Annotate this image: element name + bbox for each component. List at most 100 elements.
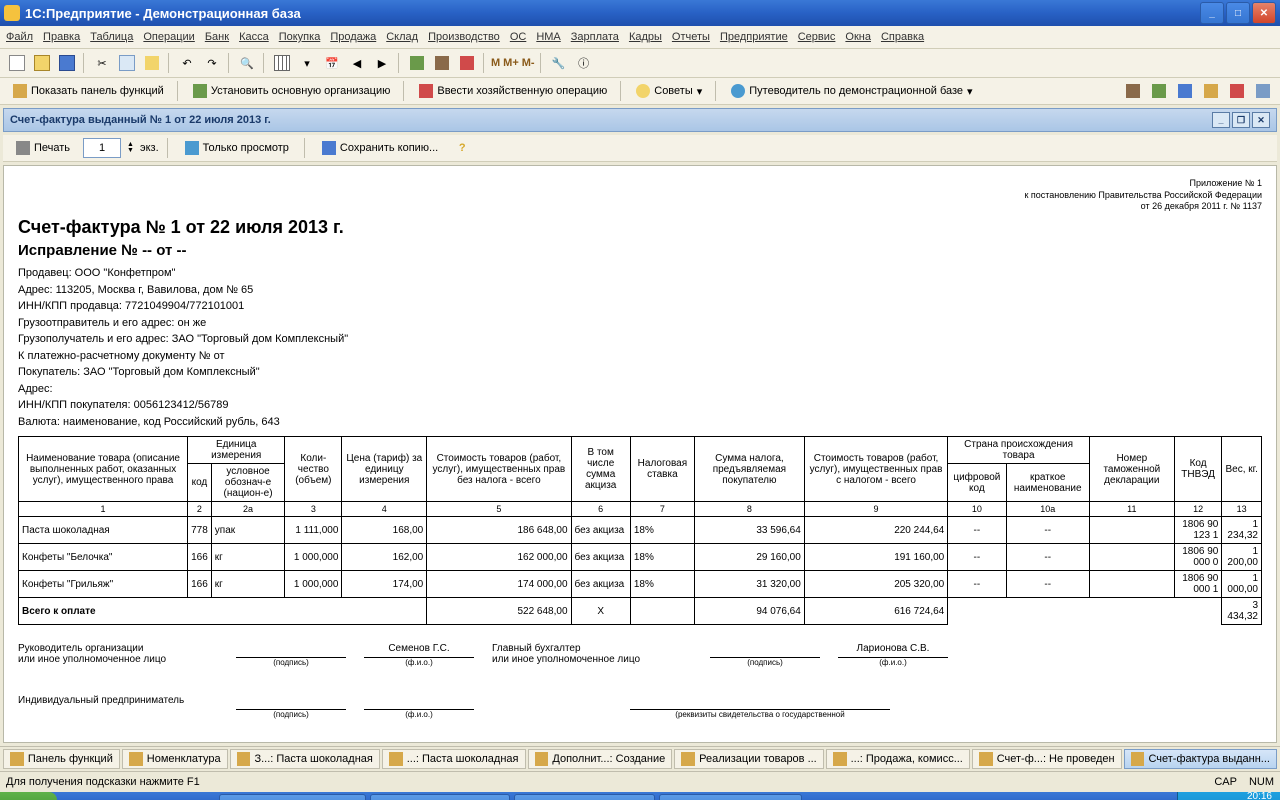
set-org-button[interactable]: Установить основную организацию [186, 81, 398, 101]
taskbar-task[interactable]: Конфигуратор - Бух... [514, 794, 655, 800]
start-button[interactable]: пуск [0, 792, 57, 800]
menu-item[interactable]: Зарплата [571, 31, 619, 43]
wrench-icon[interactable]: 🔧 [548, 52, 570, 74]
m-plus-button[interactable]: M+ [503, 57, 519, 69]
close-button[interactable]: ✕ [1252, 2, 1276, 24]
menu-item[interactable]: Кадры [629, 31, 662, 43]
window-tab[interactable]: З...: Паста шоколадная [230, 749, 380, 769]
menu-item[interactable]: Правка [43, 31, 80, 43]
grid-icon[interactable] [271, 52, 293, 74]
save-icon[interactable] [56, 52, 78, 74]
open-icon[interactable] [31, 52, 53, 74]
doc-line: ИНН/КПП продавца: 7721049904/772101001 [18, 298, 1262, 315]
note-line: к постановлению Правительства Российской… [18, 190, 1262, 202]
panel-icon-3[interactable] [1174, 80, 1196, 102]
quicklaunch-icon[interactable] [127, 796, 147, 800]
window-tab[interactable]: Дополнит...: Создание [528, 749, 673, 769]
view-only-button[interactable]: Только просмотр [178, 138, 296, 158]
panel-icon-2[interactable] [1148, 80, 1170, 102]
menu-item[interactable]: Справка [881, 31, 924, 43]
menu-item[interactable]: Таблица [90, 31, 133, 43]
doc-close-button[interactable]: ✕ [1252, 112, 1270, 128]
quicklaunch-icon[interactable] [83, 796, 103, 800]
main-toolbar: ✂ ↶ ↷ 🔍 ▾ 📅 ◀ ▶ M M+ M- 🔧 ⓘ [0, 49, 1280, 78]
date-icon[interactable] [456, 52, 478, 74]
panel-icon-6[interactable] [1252, 80, 1274, 102]
cap-indicator: CAP [1214, 776, 1237, 788]
doc-minimize-button[interactable]: _ [1212, 112, 1230, 128]
calc-icon[interactable] [406, 52, 428, 74]
menu-item[interactable]: ОС [510, 31, 527, 43]
menu-item[interactable]: Производство [428, 31, 500, 43]
show-panel-button[interactable]: Показать панель функций [6, 81, 171, 101]
status-bar: Для получения подсказки нажмите F1 CAP N… [0, 771, 1280, 792]
num-indicator: NUM [1249, 776, 1274, 788]
clock-time: 20:16 [1222, 791, 1272, 800]
doc-line: ИНН/КПП покупателя: 0056123412/56789 [18, 397, 1262, 414]
menu-item[interactable]: Продажа [330, 31, 376, 43]
minimize-button[interactable]: _ [1200, 2, 1224, 24]
paste-icon[interactable] [141, 52, 163, 74]
panel-icon-1[interactable] [1122, 80, 1144, 102]
menu-item[interactable]: Предприятие [720, 31, 788, 43]
quicklaunch-icon[interactable] [61, 796, 81, 800]
quicklaunch-icon[interactable] [149, 796, 169, 800]
window-tab[interactable]: ...: Продажа, комисс... [826, 749, 970, 769]
panel-icon-4[interactable] [1200, 80, 1222, 102]
window-tab[interactable]: Счет-ф...: Не проведен [972, 749, 1122, 769]
menu-item[interactable]: Файл [6, 31, 33, 43]
taskbar-task[interactable]: Запуск 1С:Предпри... [370, 794, 510, 800]
m-minus-button[interactable]: M- [522, 57, 535, 69]
doc-restore-button[interactable]: ❐ [1232, 112, 1250, 128]
document-area: Приложение № 1 к постановлению Правитель… [3, 165, 1277, 743]
info-icon[interactable]: ⓘ [573, 52, 595, 74]
dropdown-icon[interactable]: ▾ [296, 52, 318, 74]
window-tab[interactable]: Реализации товаров ... [674, 749, 824, 769]
undo-icon[interactable]: ↶ [176, 52, 198, 74]
window-tab[interactable]: Счет-фактура выданн... [1124, 749, 1277, 769]
doc-line: Продавец: ООО "Конфетпром" [18, 265, 1262, 282]
copies-input[interactable] [83, 138, 121, 158]
save-copy-button[interactable]: Сохранить копию... [315, 138, 445, 158]
taskbar-task[interactable]: Total Commander 6.0... [219, 794, 365, 800]
advice-button[interactable]: Советы▾ [629, 81, 709, 101]
maximize-button[interactable]: □ [1226, 2, 1250, 24]
quicklaunch-icon[interactable] [171, 796, 191, 800]
menu-item[interactable]: Банк [205, 31, 229, 43]
function-panel-bar: Показать панель функций Установить основ… [0, 78, 1280, 105]
menu-item[interactable]: Окна [845, 31, 871, 43]
panel-icon-5[interactable] [1226, 80, 1248, 102]
redo-icon[interactable]: ↷ [201, 52, 223, 74]
menu-item[interactable]: Отчеты [672, 31, 710, 43]
taskbar-task[interactable]: 1С:Предприятие - Б... [659, 794, 802, 800]
new-doc-icon[interactable] [6, 52, 28, 74]
menu-item[interactable]: Операции [143, 31, 194, 43]
help-icon[interactable]: ? [451, 137, 473, 159]
tool-icon[interactable] [431, 52, 453, 74]
search-icon[interactable]: 🔍 [236, 52, 258, 74]
copies-down[interactable]: ▼ [127, 148, 134, 154]
menu-item[interactable]: НМА [536, 31, 560, 43]
calendar-icon[interactable]: 📅 [321, 52, 343, 74]
m-button[interactable]: M [491, 57, 500, 69]
menu-item[interactable]: Покупка [279, 31, 321, 43]
window-tab[interactable]: Номенклатура [122, 749, 228, 769]
window-tab[interactable]: ...: Паста шоколадная [382, 749, 526, 769]
quicklaunch-icon[interactable] [193, 796, 213, 800]
menu-item[interactable]: Сервис [798, 31, 836, 43]
cut-icon[interactable]: ✂ [91, 52, 113, 74]
menu-item[interactable]: Касса [239, 31, 269, 43]
status-hint: Для получения подсказки нажмите F1 [6, 776, 200, 788]
nav-fwd-icon[interactable]: ▶ [371, 52, 393, 74]
quicklaunch-icon[interactable] [105, 796, 125, 800]
guide-button[interactable]: Путеводитель по демонстрационной базе▾ [724, 81, 979, 101]
enter-operation-button[interactable]: Ввести хозяйственную операцию [412, 81, 614, 101]
doc-window-titlebar: Счет-фактура выданный № 1 от 22 июля 201… [3, 108, 1277, 132]
window-tab[interactable]: Панель функций [3, 749, 120, 769]
system-tray[interactable]: 🔊 🛡 20:16 пятница 26.07.2013 [1177, 792, 1280, 800]
nav-back-icon[interactable]: ◀ [346, 52, 368, 74]
menu-item[interactable]: Склад [386, 31, 418, 43]
copy-icon[interactable] [116, 52, 138, 74]
table-row: Конфеты "Белочка"166кг1 000,000162,00162… [19, 544, 1262, 571]
print-button[interactable]: Печать [9, 138, 77, 158]
